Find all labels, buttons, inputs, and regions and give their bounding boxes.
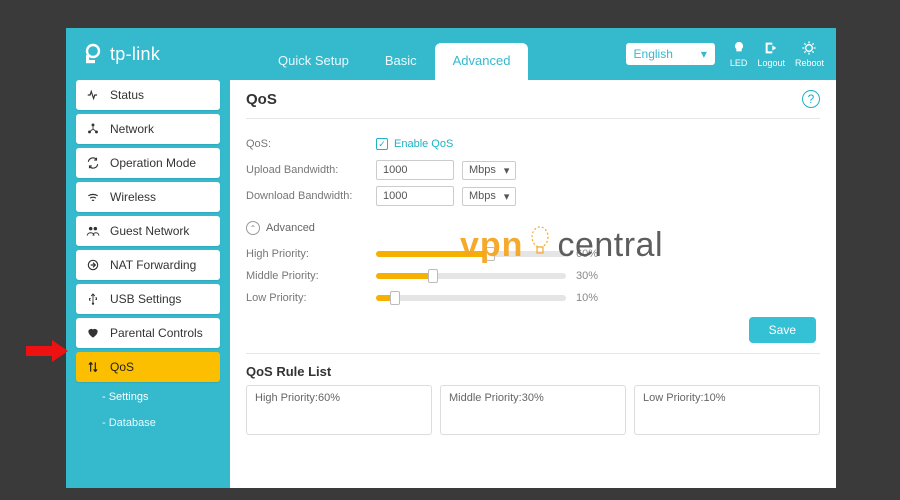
download-bandwidth-label: Download Bandwidth: <box>246 190 376 202</box>
sidebar-item-wireless[interactable]: Wireless <box>76 182 220 212</box>
sync-icon <box>86 156 100 170</box>
rule-card-high: High Priority:60% <box>246 385 432 435</box>
slider-thumb[interactable] <box>428 269 438 283</box>
reboot-button[interactable]: Reboot <box>795 40 824 68</box>
save-button[interactable]: Save <box>749 317 816 343</box>
sidebar-item-nat-forwarding[interactable]: NAT Forwarding <box>76 250 220 280</box>
nat-icon <box>86 258 100 272</box>
sidebar-item-operation-mode[interactable]: Operation Mode <box>76 148 220 178</box>
divider <box>246 353 820 354</box>
sidebar-item-usb-settings[interactable]: USB Settings <box>76 284 220 314</box>
logout-icon <box>763 40 779 56</box>
tplink-logo-icon <box>80 42 104 66</box>
middle-priority-value: 30% <box>576 270 598 282</box>
chevron-up-icon: ⌃ <box>246 221 260 235</box>
tab-quick-setup[interactable]: Quick Setup <box>260 43 367 80</box>
chevron-down-icon: ▾ <box>504 190 510 203</box>
network-icon <box>86 122 100 136</box>
high-priority-label: High Priority: <box>246 248 376 260</box>
heart-icon <box>86 326 100 340</box>
high-priority-value: 60% <box>576 248 598 260</box>
chevron-down-icon: ▾ <box>701 47 707 61</box>
upload-unit-select[interactable]: Mbps▾ <box>462 161 516 180</box>
low-priority-slider[interactable] <box>376 295 566 301</box>
page-title: QoS <box>246 91 277 108</box>
rule-list-title: QoS Rule List <box>230 362 836 385</box>
sidebar-subitem-database[interactable]: - Database <box>76 412 220 434</box>
led-button[interactable]: LED <box>730 40 748 68</box>
tab-basic[interactable]: Basic <box>367 43 435 80</box>
language-value: English <box>634 47 673 61</box>
middle-priority-slider[interactable] <box>376 273 566 279</box>
logo-text: tp-link <box>110 44 160 65</box>
divider <box>246 118 820 119</box>
rule-card-middle: Middle Priority:30% <box>440 385 626 435</box>
low-priority-value: 10% <box>576 292 598 304</box>
upload-bandwidth-input[interactable] <box>376 160 454 180</box>
led-icon <box>731 40 747 56</box>
guest-icon <box>86 224 100 238</box>
download-bandwidth-input[interactable] <box>376 186 454 206</box>
qos-icon <box>86 360 100 374</box>
topbar: tp-link Quick Setup Basic Advanced Engli… <box>66 28 836 80</box>
sidebar: Status Network Operation Mode Wireless G… <box>66 80 230 488</box>
wifi-icon <box>86 190 100 204</box>
advanced-toggle[interactable]: ⌃ Advanced <box>230 213 836 239</box>
qos-label: QoS: <box>246 138 376 150</box>
enable-qos-checkbox[interactable]: ✓ <box>376 138 388 150</box>
reboot-icon <box>801 40 817 56</box>
high-priority-slider[interactable] <box>376 251 566 257</box>
slider-thumb[interactable] <box>390 291 400 305</box>
sidebar-subitem-settings[interactable]: - Settings <box>76 386 220 408</box>
logout-button[interactable]: Logout <box>757 40 785 68</box>
sidebar-item-qos[interactable]: QoS <box>76 352 220 382</box>
tab-advanced[interactable]: Advanced <box>435 43 529 80</box>
header-icons: LED Logout Reboot <box>730 40 836 68</box>
help-icon[interactable]: ? <box>802 90 820 108</box>
sidebar-item-parental-controls[interactable]: Parental Controls <box>76 318 220 348</box>
download-unit-select[interactable]: Mbps▾ <box>462 187 516 206</box>
sidebar-item-guest-network[interactable]: Guest Network <box>76 216 220 246</box>
logo: tp-link <box>66 42 230 66</box>
tabs: Quick Setup Basic Advanced <box>260 28 528 80</box>
annotation-arrow-icon <box>26 340 68 362</box>
middle-priority-label: Middle Priority: <box>246 270 376 282</box>
slider-thumb[interactable] <box>485 247 495 261</box>
chevron-down-icon: ▾ <box>504 164 510 177</box>
sidebar-item-status[interactable]: Status <box>76 80 220 110</box>
rule-card-low: Low Priority:10% <box>634 385 820 435</box>
upload-bandwidth-label: Upload Bandwidth: <box>246 164 376 176</box>
low-priority-label: Low Priority: <box>246 292 376 304</box>
pulse-icon <box>86 88 100 102</box>
sidebar-item-network[interactable]: Network <box>76 114 220 144</box>
main-panel: QoS ? QoS: ✓ Enable QoS Upload Bandwidth… <box>230 80 836 488</box>
language-select[interactable]: English ▾ <box>625 42 716 66</box>
usb-icon <box>86 292 100 306</box>
enable-qos-label: Enable QoS <box>394 138 453 150</box>
